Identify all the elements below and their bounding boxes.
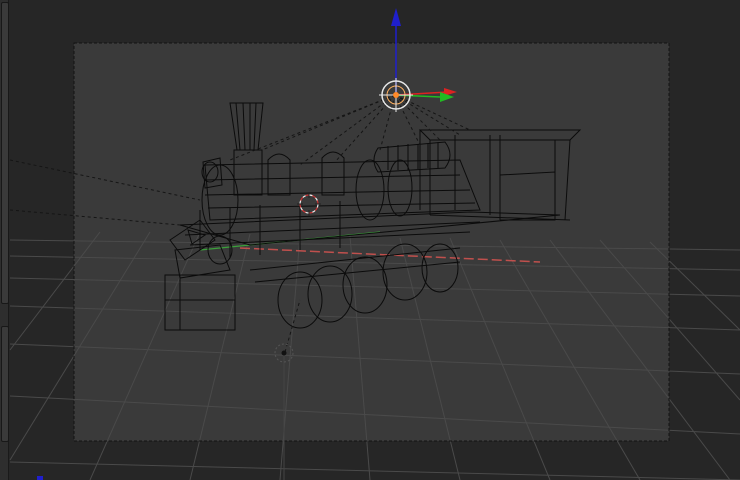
view-axis-indicator — [37, 476, 43, 480]
3d-viewport[interactable] — [0, 0, 740, 480]
gizmo-z-arrow[interactable] — [391, 8, 401, 26]
scene-canvas[interactable] — [0, 0, 740, 480]
